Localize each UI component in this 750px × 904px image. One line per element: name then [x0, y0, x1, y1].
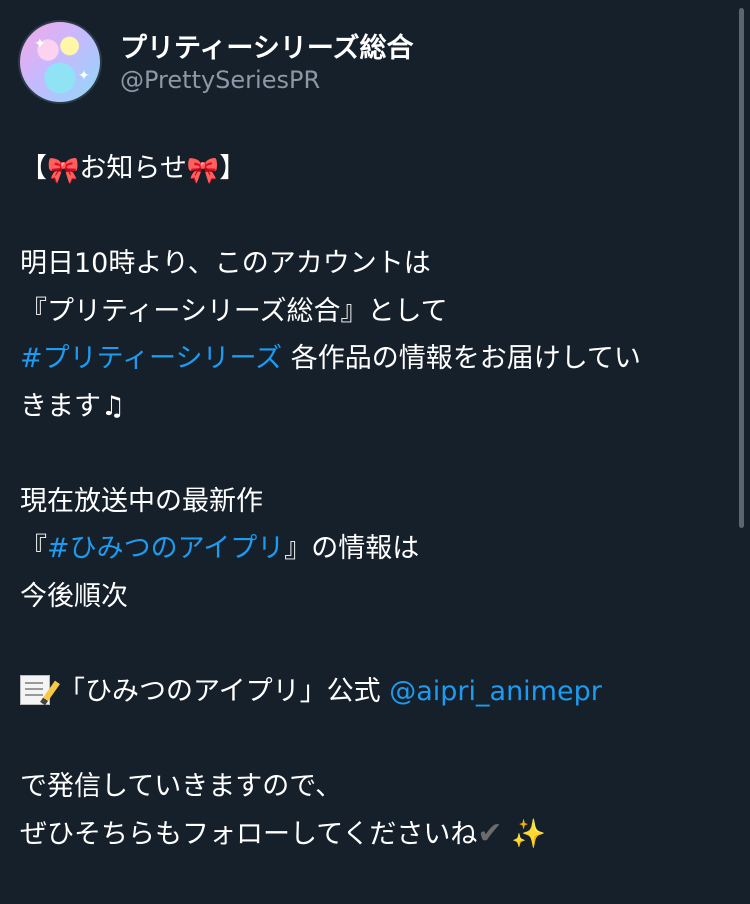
tweet-line: 【🎀お知らせ🎀】 — [20, 145, 720, 193]
ribbon-icon: 🎀 — [186, 156, 220, 186]
tweet-text-segment: 「ひみつのアイプリ」公式 — [58, 675, 390, 707]
tweet-text-segment: 『 — [20, 533, 47, 564]
tweet-line: ぜひそちらもフォローしてくださいね✔ ✨ — [20, 810, 720, 858]
tweet-line: 今後順次 — [20, 580, 128, 612]
sparkle-decoration: ✦ — [78, 68, 90, 84]
tweet-text: 【🎀お知らせ🎀】 明日10時より、このアカウントは 『プリティーシリーズ総合』と… — [20, 145, 720, 858]
tweet-line: #プリティーシリーズ 各作品の情報をお届けしてい — [20, 335, 720, 383]
hashtag-link[interactable]: #ひみつのアイプリ — [47, 533, 284, 564]
check-mark-icon: ✔ — [477, 816, 503, 851]
tweet-line: 明日10時より、このアカウントは — [20, 248, 431, 279]
tweet-header: ✦ ✦ プリティーシリーズ総合 @PrettySeriesPR — [18, 20, 718, 104]
tweet-line: で発信していきますので、 — [20, 770, 343, 802]
tweet-line: きます♫ — [20, 390, 126, 422]
tweet-text-segment: ぜひそちらもフォローしてくださいね — [20, 819, 478, 850]
avatar[interactable]: ✦ ✦ — [18, 20, 102, 104]
display-name[interactable]: プリティーシリーズ総合 — [120, 26, 414, 65]
tweet-line: 「ひみつのアイプリ」公式 @aipri_animepr — [20, 668, 720, 716]
bracket-close: 】 — [219, 153, 247, 184]
ribbon-icon: 🎀 — [47, 156, 80, 186]
tweet-text-segment: 各作品の情報をお届けしてい — [282, 343, 641, 374]
scrollbar[interactable] — [739, 8, 744, 528]
tweet-line: 現在放送中の最新作 — [20, 485, 263, 517]
sparkles-icon: ✨ — [511, 817, 546, 850]
sparkle-decoration: ✦ — [34, 36, 46, 52]
hashtag-link[interactable]: #プリティーシリーズ — [20, 343, 282, 374]
memo-icon — [20, 674, 50, 705]
bracket-open: 【 — [20, 153, 47, 184]
mention-link[interactable]: @aipri_animepr — [389, 676, 602, 707]
tweet-line: 『プリティーシリーズ総合』として — [20, 295, 448, 327]
notice-label: お知らせ — [79, 153, 187, 184]
user-handle[interactable]: @PrettySeriesPR — [120, 66, 320, 94]
tweet-line: 『#ひみつのアイプリ』の情報は — [20, 525, 720, 573]
tweet-text-segment: 』の情報は — [284, 533, 420, 564]
